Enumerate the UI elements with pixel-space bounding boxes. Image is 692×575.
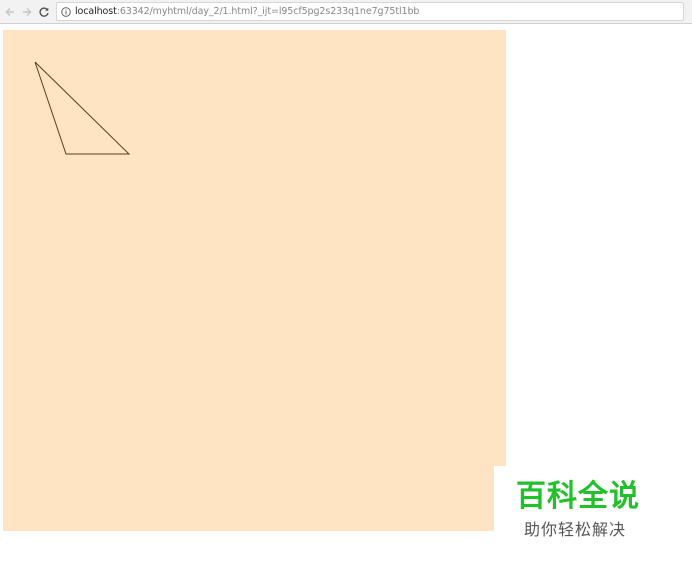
url-path: :63342/myhtml/day_2/1.html?_ijt=l95cf5pg… xyxy=(116,6,420,17)
url-text: localhost:63342/myhtml/day_2/1.html?_ijt… xyxy=(75,3,419,20)
drawing-canvas xyxy=(3,30,506,531)
triangle-shape xyxy=(34,61,131,155)
browser-toolbar: localhost:63342/myhtml/day_2/1.html?_ijt… xyxy=(0,0,692,24)
watermark-subtitle: 助你轻松解决 xyxy=(524,520,627,539)
browser-window: localhost:63342/myhtml/day_2/1.html?_ijt… xyxy=(0,0,692,575)
arrow-right-icon xyxy=(23,7,32,16)
watermark-logo: 百科全说 助你轻松解决 xyxy=(494,466,669,550)
canvas-drawing xyxy=(34,61,131,155)
forward-button[interactable] xyxy=(19,3,35,20)
url-host: localhost xyxy=(75,6,117,17)
watermark-title: 百科全说 xyxy=(516,479,640,514)
reload-icon xyxy=(39,6,49,17)
reload-button[interactable] xyxy=(36,3,52,20)
back-button[interactable] xyxy=(2,3,18,20)
address-bar[interactable]: localhost:63342/myhtml/day_2/1.html?_ijt… xyxy=(56,2,684,21)
info-icon[interactable] xyxy=(60,6,71,17)
arrow-left-icon xyxy=(5,7,14,16)
